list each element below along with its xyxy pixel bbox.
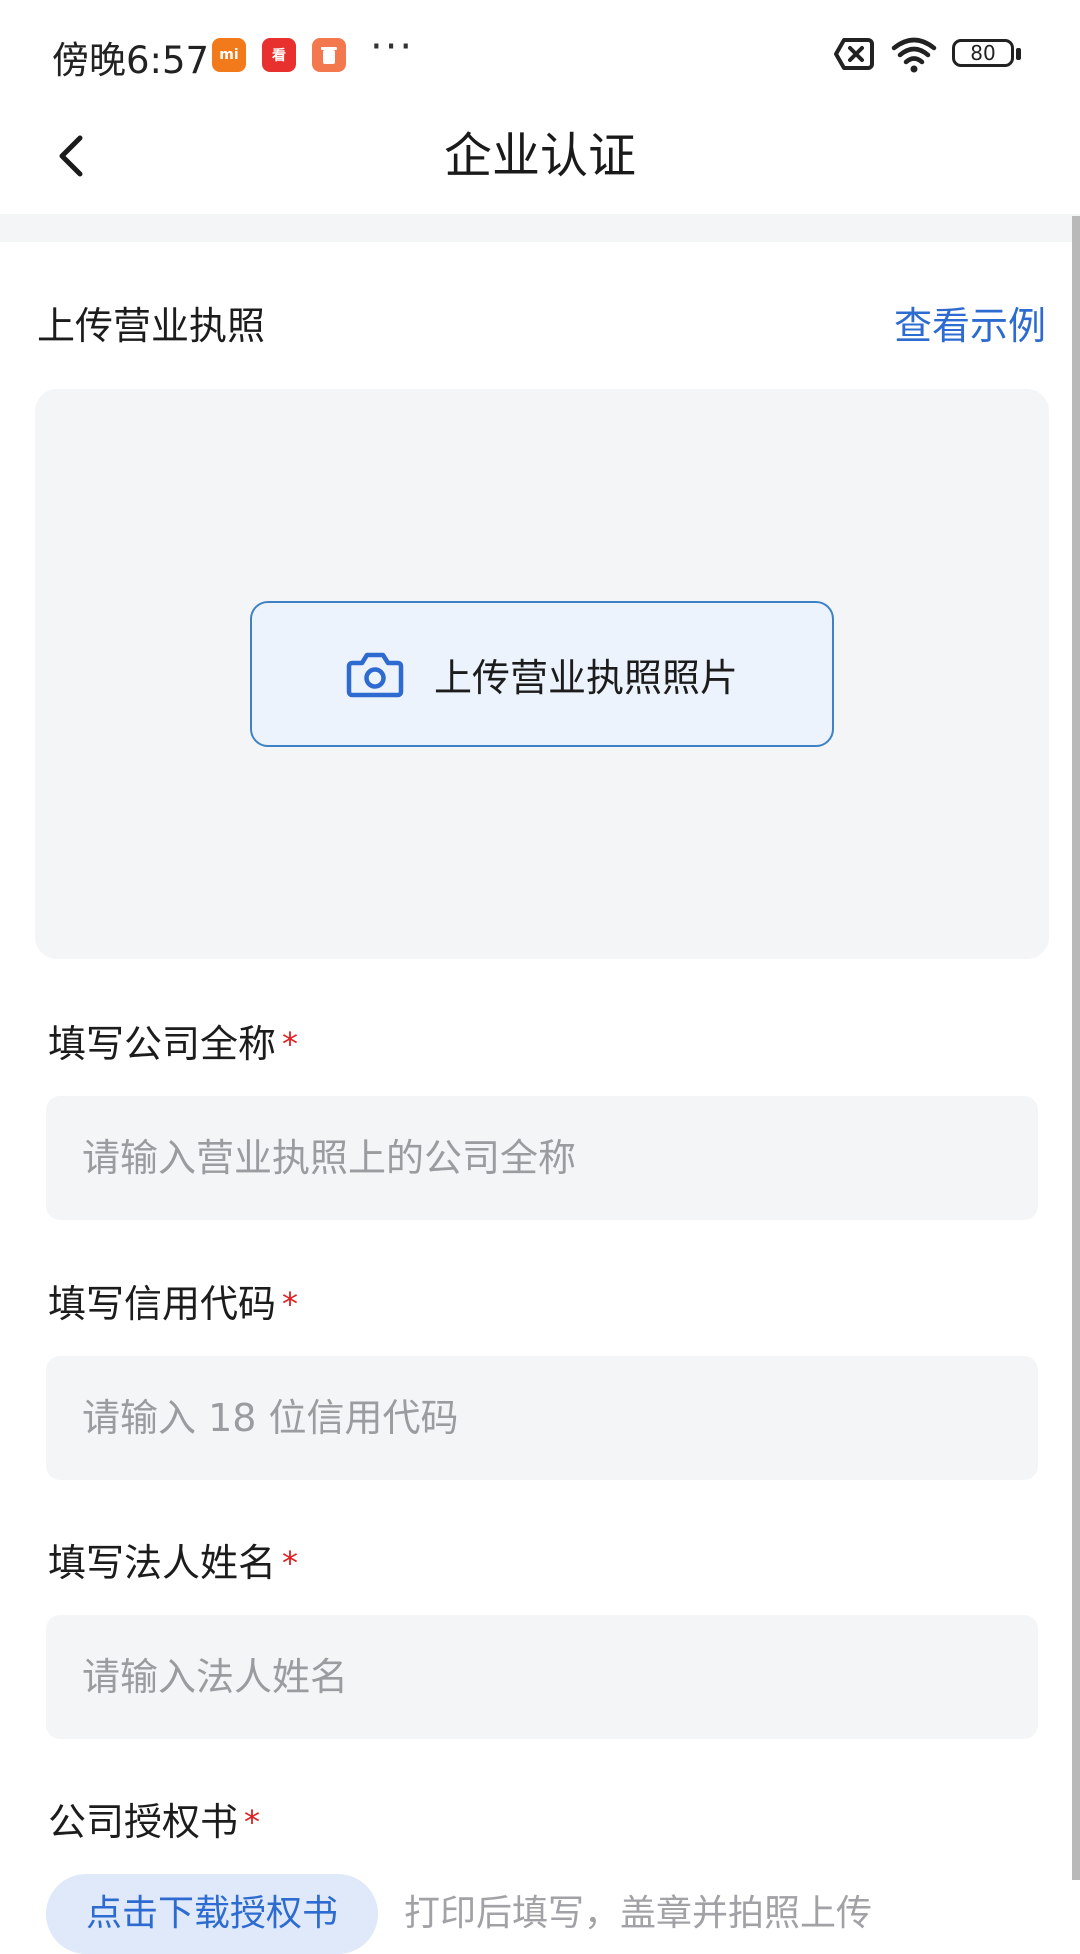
- required-mark: *: [282, 1025, 299, 1063]
- authorization-hint: 打印后填写，盖章并拍照上传: [404, 1893, 873, 1934]
- status-time: 傍晚6:57: [52, 39, 210, 82]
- scrollbar[interactable]: [1072, 216, 1080, 1880]
- required-mark: *: [282, 1285, 299, 1323]
- authorization-label-text: 公司授权书: [48, 1800, 239, 1844]
- credit-code-label: 填写信用代码 *: [48, 1278, 298, 1330]
- company-name-label-text: 填写公司全称: [48, 1022, 277, 1066]
- legal-person-label-text: 填写法人姓名: [48, 1541, 277, 1585]
- required-mark: *: [282, 1544, 299, 1582]
- view-example-link[interactable]: 查看示例: [894, 300, 1046, 352]
- wifi-icon: [891, 37, 937, 73]
- camera-icon: [346, 652, 404, 698]
- no-sim-icon: [834, 38, 874, 70]
- upload-license-button[interactable]: 上传营业执照照片: [250, 601, 834, 747]
- authorization-label: 公司授权书 *: [48, 1796, 260, 1848]
- battery-level: 80: [970, 41, 996, 65]
- section-divider: [0, 214, 1080, 242]
- download-authorization-button[interactable]: 点击下载授权书: [46, 1874, 378, 1954]
- nav-bar: 企业认证: [0, 106, 1080, 214]
- status-bar: 傍晚6:57 mi 看 ··· 80: [0, 0, 1080, 106]
- battery-tip: [1016, 48, 1021, 60]
- upload-license-label: 上传营业执照照片: [433, 655, 738, 700]
- company-name-input[interactable]: [46, 1096, 1038, 1220]
- credit-code-input[interactable]: [46, 1356, 1038, 1480]
- page-title: 企业认证: [443, 128, 636, 184]
- trash-app-icon: [312, 38, 346, 72]
- mi-app-icon: mi: [212, 38, 246, 72]
- more-notifications-icon: ···: [370, 24, 415, 70]
- company-name-label: 填写公司全称 *: [48, 1018, 298, 1070]
- battery-icon: 80: [952, 39, 1014, 67]
- credit-code-label-text: 填写信用代码: [48, 1282, 277, 1326]
- required-mark: *: [244, 1803, 261, 1841]
- kandian-app-icon: 看: [262, 38, 296, 72]
- legal-person-input[interactable]: [46, 1615, 1038, 1739]
- legal-person-label: 填写法人姓名 *: [48, 1537, 298, 1589]
- back-arrow-icon[interactable]: [42, 126, 102, 186]
- license-section-title: 上传营业执照: [37, 304, 266, 348]
